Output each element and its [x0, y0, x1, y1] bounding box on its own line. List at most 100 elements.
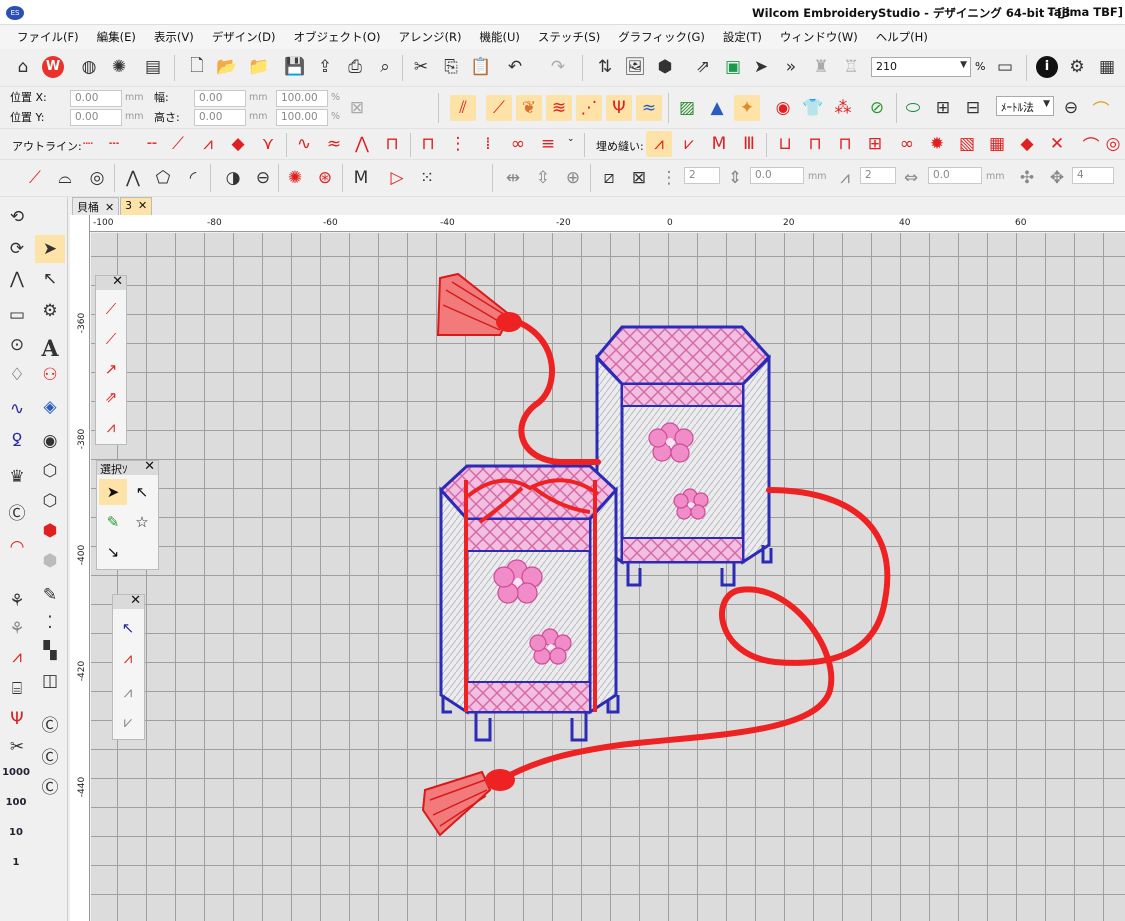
thread2-icon[interactable]: ⚘	[2, 615, 32, 643]
appliqué-icon[interactable]: ◉	[770, 95, 796, 121]
close-icon[interactable]: ✕	[130, 593, 141, 608]
picture-icon[interactable]: 🖼	[622, 54, 648, 80]
travel-icon[interactable]: ⇅	[592, 54, 618, 80]
home-icon[interactable]: ⌂	[10, 54, 36, 80]
fill-zig2-icon[interactable]: ⩗	[676, 131, 702, 157]
fill-x-icon[interactable]: ✕	[1044, 131, 1070, 157]
border2-icon[interactable]: ⋮	[446, 131, 470, 157]
shirt-icon[interactable]: 👕	[800, 95, 826, 121]
machine-icon[interactable]: ♜	[808, 54, 834, 80]
manager-icon[interactable]: ▦	[1094, 54, 1120, 80]
line-zig-icon[interactable]: ⩘	[97, 414, 125, 440]
cc2-icon[interactable]: Ⓒ	[35, 709, 65, 737]
select-icon[interactable]: ➤	[99, 479, 127, 505]
close-icon[interactable]: ✕	[105, 201, 114, 214]
fill-loops-icon[interactable]: ∞	[894, 131, 920, 157]
open-recent-icon[interactable]: 📁	[246, 54, 272, 80]
lettering-icon[interactable]: A	[35, 335, 65, 363]
menu-help[interactable]: ヘルプ(H)	[867, 29, 937, 45]
bars-icon[interactable]: ≡	[536, 131, 560, 157]
stitch-view-icon[interactable]: ✺	[106, 54, 132, 80]
digitize-closed-icon[interactable]: ⟳	[2, 235, 32, 263]
ellipse-icon[interactable]: ⊙	[2, 331, 32, 359]
save-icon[interactable]: 💾	[282, 54, 308, 80]
hex-red-icon[interactable]: ⬢	[35, 517, 65, 545]
digitize-open-icon[interactable]: ⟲	[2, 203, 32, 231]
outline-dash2-icon[interactable]: ┄	[102, 131, 126, 157]
copy-icon[interactable]: ⎘	[438, 54, 464, 80]
close-icon[interactable]: ✕	[138, 199, 147, 212]
shapes-left-icon[interactable]: ♢	[2, 361, 32, 389]
outline-satin-icon[interactable]: ⟋	[166, 131, 190, 157]
export-icon[interactable]: ⇪	[312, 54, 338, 80]
open-folder-icon[interactable]: 📂	[214, 54, 240, 80]
menu-window[interactable]: ウィンドウ(W)	[771, 29, 867, 45]
design-canvas[interactable]	[91, 233, 1125, 921]
star-select-icon[interactable]: ☆	[128, 509, 156, 535]
undo-icon[interactable]: ↶	[502, 54, 528, 80]
reshape-icon[interactable]: ⟋	[22, 165, 48, 191]
height-input[interactable]: 0.00	[194, 109, 246, 126]
arc-icon[interactable]: ⌒	[1088, 95, 1114, 121]
wheel2-icon[interactable]: ⊛	[312, 165, 338, 191]
fill-m-icon[interactable]: Ⅿ	[706, 131, 732, 157]
count2-input[interactable]: 2	[860, 167, 896, 184]
measure-select[interactable]: ﾒｰﾄﾙ法 ▼	[996, 96, 1054, 116]
freehand-icon[interactable]: ∿	[2, 395, 32, 423]
cc-icon[interactable]: Ⓒ	[2, 497, 32, 525]
select-color-icon[interactable]: ✎	[99, 509, 127, 535]
fill-grid-icon[interactable]: ⊞	[862, 131, 888, 157]
step-100-label[interactable]: 100	[1, 797, 31, 808]
zig-grey-icon[interactable]: ⩘	[114, 679, 142, 705]
line-1-icon[interactable]: ⟋	[97, 296, 125, 322]
step-10-label[interactable]: 10	[1, 827, 31, 838]
pen-icon[interactable]: ✎	[35, 581, 65, 609]
fill-sun-icon[interactable]: ✹	[924, 131, 950, 157]
menu-file[interactable]: ファイル(F)	[8, 29, 88, 45]
menu-object[interactable]: オブジェクト(O)	[285, 29, 390, 45]
menu-stitch[interactable]: ステッチ(S)	[529, 29, 609, 45]
pos-x-input[interactable]: 0.00	[70, 90, 122, 107]
menu-edit[interactable]: 編集(E)	[88, 29, 145, 45]
color-dots-icon[interactable]: ⁂	[830, 95, 856, 121]
library-icon[interactable]: ▤	[140, 54, 166, 80]
zigzag-left-icon[interactable]: ⩘	[2, 643, 32, 671]
count-input[interactable]: 2	[684, 167, 720, 184]
width-input[interactable]: 0.00	[194, 90, 246, 107]
arrow-icon[interactable]: ▷	[384, 165, 410, 191]
reshape-left-icon[interactable]: ↖	[35, 265, 65, 293]
mirror-v-icon[interactable]: ⇳	[530, 165, 556, 191]
wheel-icon[interactable]: ✺	[282, 165, 308, 191]
more-icon[interactable]: ⌄	[567, 134, 575, 144]
dot-icon[interactable]: ⁚	[35, 609, 65, 637]
kaleido-icon[interactable]: ⊕	[560, 165, 586, 191]
zig-grey2-icon[interactable]: ⩗	[114, 709, 142, 735]
menu-settings[interactable]: 設定(T)	[714, 29, 771, 45]
m-node-icon[interactable]: Ⅿ	[348, 165, 374, 191]
comb-left-icon[interactable]: Ψ	[2, 705, 32, 733]
redo-icon[interactable]: ↷	[545, 54, 571, 80]
print-preview-icon[interactable]: ⌕	[372, 54, 398, 80]
grid2-icon[interactable]: ⊟	[960, 95, 986, 121]
fit-icon[interactable]: ◫	[35, 667, 65, 695]
target-icon[interactable]: ◉	[35, 427, 65, 455]
wilcom-icon[interactable]: W	[40, 54, 66, 80]
cc4-icon[interactable]: Ⓒ	[35, 771, 65, 799]
paper-plane-icon[interactable]: ➤	[748, 54, 774, 80]
fill-pattern1-icon[interactable]: ⊔	[772, 131, 798, 157]
spacing2-input[interactable]: 0.0	[928, 167, 982, 184]
chain-icon[interactable]: ∞	[506, 131, 530, 157]
measure-icon[interactable]: ⊖	[1058, 95, 1084, 121]
lasso-icon[interactable]: ↖	[128, 479, 156, 505]
knife-icon[interactable]: ◑	[220, 165, 246, 191]
node-icon[interactable]: ⋀	[120, 165, 146, 191]
scatter2-icon[interactable]: ✥	[1044, 165, 1070, 191]
outline-square-icon[interactable]: ⊓	[380, 131, 404, 157]
outline-dash3-icon[interactable]: ╌	[140, 131, 164, 157]
monogram-icon[interactable]: ♛	[2, 463, 32, 491]
count3-input[interactable]: 4	[1072, 167, 1114, 184]
outline-fan-icon[interactable]: ⋎	[256, 131, 280, 157]
width-pct-input[interactable]: 100.00	[276, 90, 328, 107]
checker-icon[interactable]: ▚	[35, 637, 65, 665]
hex-icon[interactable]: ⬡	[35, 457, 65, 485]
